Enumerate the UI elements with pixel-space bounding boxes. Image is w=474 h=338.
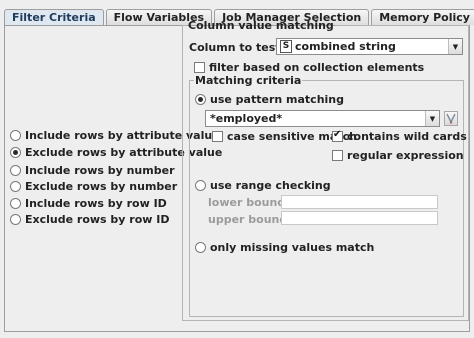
column-to-test-select[interactable]: S combined string ▼ (276, 38, 463, 55)
radio-indicator[interactable] (10, 214, 21, 225)
lower-bound-input[interactable] (281, 195, 438, 209)
regular-expression-checkbox[interactable]: regular expression (332, 149, 464, 162)
radio-label: Exclude rows by row ID (25, 213, 170, 226)
checkbox-indicator[interactable] (212, 131, 223, 142)
radio-indicator[interactable] (10, 147, 21, 158)
radio-indicator[interactable] (195, 180, 206, 191)
radio-use-range-checking[interactable]: use range checking (195, 179, 331, 192)
radio-indicator[interactable] (10, 198, 21, 209)
column-value-matching-legend: Column value matching (188, 19, 334, 32)
flow-variable-icon (446, 113, 456, 124)
flow-variable-button[interactable] (444, 111, 458, 126)
matching-criteria-legend: Matching criteria (195, 74, 302, 87)
checkbox-indicator[interactable] (332, 150, 343, 161)
radio-exclude-row-id[interactable]: Exclude rows by row ID (10, 213, 170, 226)
lower-bound-label: lower bound: (208, 196, 290, 209)
radio-include-row-id[interactable]: Include rows by row ID (10, 197, 167, 210)
checkbox-label: contains wild cards (347, 130, 467, 143)
radio-indicator[interactable] (10, 165, 21, 176)
radio-label: use range checking (210, 179, 331, 192)
radio-indicator[interactable] (10, 130, 21, 141)
checkbox-label: filter based on collection elements (209, 61, 425, 74)
radio-indicator[interactable] (195, 94, 206, 105)
radio-exclude-number[interactable]: Exclude rows by number (10, 180, 177, 193)
radio-label: Exclude rows by number (25, 180, 178, 193)
contains-wildcards-checkbox[interactable]: contains wild cards (332, 129, 467, 143)
filter-criteria-panel: Include rows by attribute value Exclude … (4, 19, 470, 332)
checkbox-label: regular expression (347, 149, 464, 162)
checkbox-indicator[interactable] (194, 62, 205, 73)
string-type-icon: S (280, 40, 292, 53)
radio-label: Include rows by number (25, 164, 175, 177)
radio-label: Include rows by row ID (25, 197, 167, 210)
radio-indicator[interactable] (10, 181, 21, 192)
radio-use-pattern-matching[interactable]: use pattern matching (195, 93, 344, 106)
pattern-value: *employed* (210, 112, 283, 125)
column-to-test-value: combined string (295, 40, 396, 53)
checkbox-indicator[interactable] (332, 129, 343, 142)
tab-filter-criteria[interactable]: Filter Criteria (4, 9, 104, 26)
upper-bound-input[interactable] (281, 211, 438, 225)
radio-only-missing-values[interactable]: only missing values match (195, 241, 374, 254)
radio-include-number[interactable]: Include rows by number (10, 164, 175, 177)
radio-label: use pattern matching (210, 93, 344, 106)
pattern-input[interactable]: *employed* ▼ (205, 110, 440, 127)
collection-elements-checkbox[interactable]: filter based on collection elements (194, 61, 424, 74)
column-to-test-label: Column to test: (189, 41, 285, 54)
chevron-down-icon[interactable]: ▼ (425, 111, 439, 126)
radio-label: only missing values match (210, 241, 375, 254)
radio-indicator[interactable] (195, 242, 206, 253)
upper-bound-label: upper bound: (208, 213, 292, 226)
chevron-down-icon[interactable]: ▼ (448, 39, 462, 54)
